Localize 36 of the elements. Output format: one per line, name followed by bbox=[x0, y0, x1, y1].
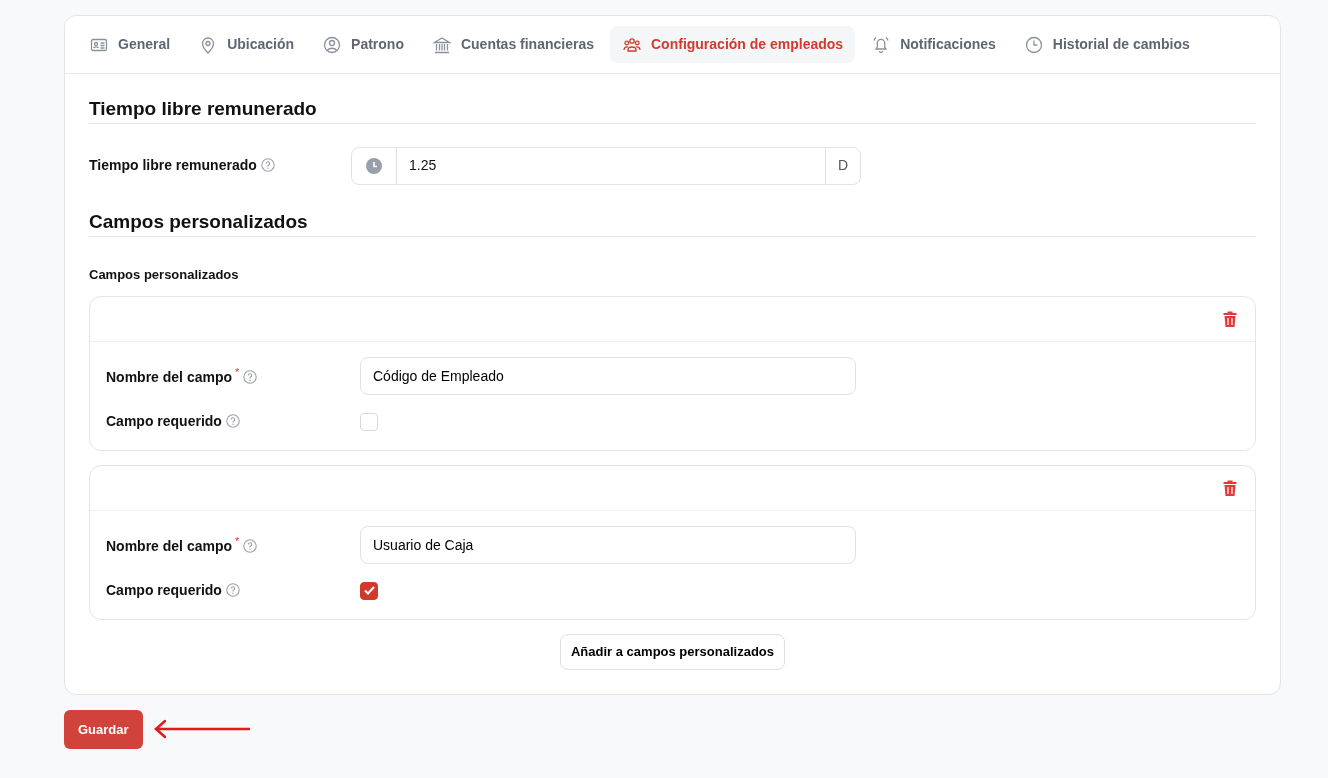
text-input[interactable]: Código de Empleado bbox=[360, 357, 856, 396]
help-icon bbox=[225, 414, 240, 429]
required-asterisk: * bbox=[235, 366, 240, 379]
pto-input-field[interactable]: 1.25 D bbox=[351, 146, 861, 185]
trash-icon[interactable] bbox=[1223, 310, 1237, 329]
add-field-button[interactable]: Añadir a campos personalizados bbox=[560, 634, 785, 670]
section-heading: Campos personalizados bbox=[89, 210, 1256, 237]
clock-icon bbox=[1023, 34, 1044, 55]
tab[interactable]: Patrono bbox=[310, 26, 416, 63]
tab[interactable]: Configuración de empleados bbox=[610, 26, 856, 63]
save-button[interactable]: Guardar bbox=[64, 709, 143, 750]
field-label: Campo requerido bbox=[106, 413, 222, 430]
section-heading: Tiempo libre remunerado bbox=[89, 98, 1256, 124]
user-circle-icon bbox=[322, 34, 343, 55]
tab[interactable]: General bbox=[77, 26, 183, 63]
tab[interactable]: Notificaciones bbox=[859, 26, 1008, 63]
check-icon bbox=[363, 586, 375, 596]
field-label: Nombre del campo bbox=[106, 369, 233, 386]
tab[interactable]: Cuentas financieras bbox=[419, 26, 606, 63]
clock-icon bbox=[366, 157, 382, 174]
required-asterisk: * bbox=[235, 535, 240, 548]
field-value: 1.25 bbox=[408, 156, 438, 176]
tab[interactable]: Ubicación bbox=[186, 26, 307, 63]
tab[interactable]: Historial de cambios bbox=[1011, 26, 1202, 63]
text-input[interactable]: Usuario de Caja bbox=[360, 526, 856, 565]
unit-suffix: D bbox=[825, 147, 860, 184]
help-icon bbox=[243, 539, 258, 554]
checkbox[interactable] bbox=[360, 581, 378, 600]
help-icon bbox=[260, 158, 275, 173]
help-icon bbox=[243, 370, 258, 385]
field-label: Nombre del campo bbox=[106, 538, 233, 555]
field-label: Campo requerido bbox=[106, 582, 222, 599]
field-label: Campos personalizados bbox=[89, 265, 240, 284]
trash-icon[interactable] bbox=[1223, 479, 1237, 498]
help-icon bbox=[225, 583, 240, 598]
field-label: Tiempo libre remunerado bbox=[89, 157, 257, 174]
